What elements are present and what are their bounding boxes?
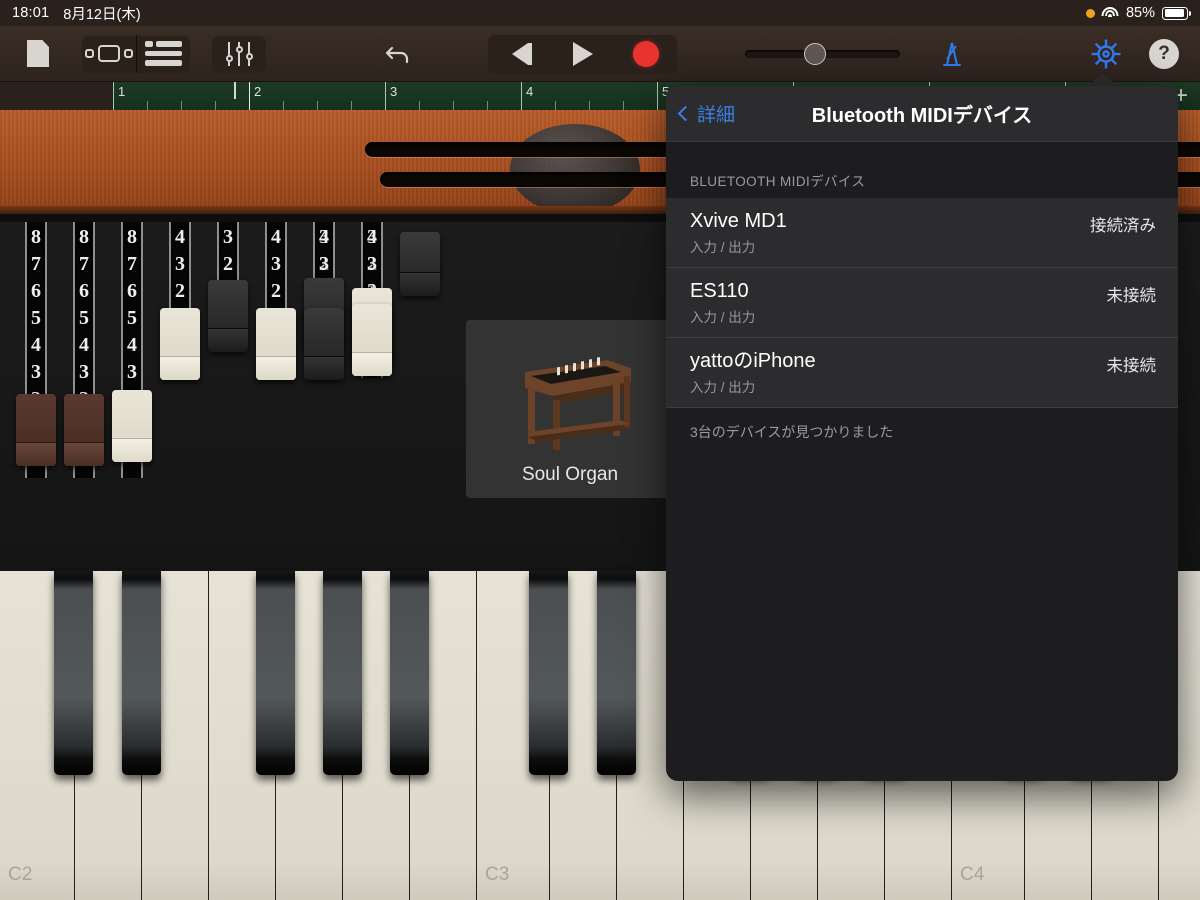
- status-bar-time: 18:01: [12, 5, 50, 21]
- instrument-browser-button[interactable]: [82, 35, 136, 73]
- record-button[interactable]: [614, 34, 677, 74]
- devices-found-label: 3台のデバイスが見つかりました: [690, 424, 894, 440]
- status-bar-date: 8月12日(木): [63, 6, 141, 23]
- device-io: 入力 / 出力: [690, 380, 756, 395]
- battery-icon: [1162, 6, 1192, 20]
- wifi-icon: [1101, 6, 1119, 20]
- popover-back-button[interactable]: 詳細: [666, 100, 735, 127]
- drawbar-3-cap[interactable]: [112, 390, 152, 462]
- device-io: 入力 / 出力: [690, 310, 756, 325]
- device-io: 入力 / 出力: [690, 240, 756, 255]
- device-row[interactable]: yattoのiPhone 入力 / 出力 未接続: [666, 338, 1178, 408]
- rewind-button[interactable]: [488, 34, 551, 74]
- key-label-c3: C3: [485, 864, 510, 885]
- document-icon: [27, 40, 49, 67]
- device-name: yattoのiPhone: [690, 350, 816, 372]
- instrument-name-label: Soul Organ: [521, 464, 619, 485]
- drawbar-5-cap[interactable]: [208, 280, 248, 352]
- device-status: 未接続: [1106, 287, 1157, 305]
- popover-title: Bluetooth MIDIデバイス: [811, 105, 1033, 127]
- master-volume-knob[interactable]: [803, 42, 826, 65]
- device-row[interactable]: Xvive MD1 入力 / 出力 接続済み: [666, 198, 1178, 268]
- black-key[interactable]: [529, 571, 568, 775]
- status-bar: 18:01 8月12日(木) 85%: [0, 0, 1200, 26]
- view-toggle-group: [82, 34, 190, 73]
- drawbar-5[interactable]: 321: [206, 218, 250, 352]
- popover-nav-bar: 詳細 Bluetooth MIDIデバイス: [666, 86, 1178, 142]
- gear-icon: [1091, 39, 1121, 68]
- device-status: 未接続: [1106, 357, 1157, 375]
- black-key[interactable]: [323, 571, 362, 775]
- undo-icon: [385, 46, 409, 63]
- drawbar-1-cap[interactable]: [16, 394, 56, 466]
- status-bar-right: 85%: [1085, 5, 1192, 21]
- help-label: ?: [1149, 38, 1179, 69]
- rewind-icon: [511, 42, 532, 65]
- ruler-bar-number: 3: [390, 84, 398, 99]
- playhead[interactable]: [234, 82, 266, 110]
- my-songs-button[interactable]: [16, 35, 60, 73]
- black-key[interactable]: [54, 571, 93, 775]
- drawbar-11-cap[interactable]: [352, 304, 392, 376]
- record-icon: [632, 40, 659, 67]
- instrument-browser-icon: [85, 45, 133, 62]
- transport-controls: [488, 33, 677, 74]
- device-list: Xvive MD1 入力 / 出力 接続済み ES110 入力 / 出力 未接続…: [666, 198, 1178, 408]
- bluetooth-midi-popover: 詳細 Bluetooth MIDIデバイス BLUETOOTH MIDIデバイス…: [666, 86, 1178, 781]
- section-header: BLUETOOTH MIDIデバイス: [690, 174, 866, 189]
- master-volume-slider[interactable]: [745, 42, 900, 65]
- mixer-fx-button[interactable]: [212, 35, 266, 73]
- garageband-app-window: 18:01 8月12日(木) 85% ? 1 2 3 4 + 8 7 6 5 4…: [0, 0, 1200, 900]
- microphone-indicator-icon: [1085, 8, 1095, 18]
- drawbar-10-cap[interactable]: [304, 308, 344, 380]
- key-label-c4: C4: [960, 864, 985, 885]
- black-key[interactable]: [390, 571, 429, 775]
- instrument-card[interactable]: Soul Organ: [466, 320, 674, 498]
- battery-percent-label: 85%: [1125, 5, 1155, 21]
- drawbar-3[interactable]: 87654321: [110, 218, 154, 478]
- drawbar-2-cap[interactable]: [64, 394, 104, 466]
- settings-button[interactable]: [1084, 35, 1128, 73]
- device-name: ES110: [690, 280, 749, 302]
- device-name: Xvive MD1: [690, 210, 787, 232]
- drawbar-6-cap[interactable]: [256, 308, 296, 380]
- drawbar-1[interactable]: 87654321: [14, 218, 58, 478]
- drawbar-2[interactable]: 87654321: [62, 218, 106, 478]
- black-key[interactable]: [256, 571, 295, 775]
- play-icon: [572, 41, 593, 66]
- track-view-button[interactable]: [136, 34, 190, 73]
- fx-group: [212, 34, 266, 73]
- drawbar-6[interactable]: 4321: [254, 218, 298, 380]
- help-button[interactable]: ?: [1142, 35, 1186, 73]
- main-toolbar: ?: [0, 26, 1200, 82]
- ruler-left-gutter: [0, 82, 112, 110]
- device-status: 接続済み: [1090, 217, 1156, 235]
- drawbar-9-cap[interactable]: [400, 232, 440, 296]
- track-view-icon: [145, 41, 182, 66]
- key-label-c2: C2: [8, 864, 33, 885]
- ruler-bar-number: 4: [526, 84, 534, 99]
- black-key[interactable]: [597, 571, 636, 775]
- undo-button[interactable]: [376, 35, 420, 73]
- drawbar-4[interactable]: 4321: [158, 218, 202, 380]
- black-key[interactable]: [122, 571, 161, 775]
- metronome-button[interactable]: [930, 35, 974, 73]
- hammond-organ-icon: [525, 357, 631, 450]
- play-button[interactable]: [551, 34, 614, 74]
- chevron-left-icon: [677, 105, 694, 122]
- popover-back-label: 詳細: [697, 105, 736, 126]
- metronome-icon: [943, 42, 961, 66]
- device-row[interactable]: ES110 入力 / 出力 未接続: [666, 268, 1178, 338]
- drawbar-4-cap[interactable]: [160, 308, 200, 380]
- ruler-bar-number: 1: [118, 84, 126, 99]
- organ-speaker-icon: [510, 124, 640, 214]
- mixer-fx-icon: [225, 41, 253, 66]
